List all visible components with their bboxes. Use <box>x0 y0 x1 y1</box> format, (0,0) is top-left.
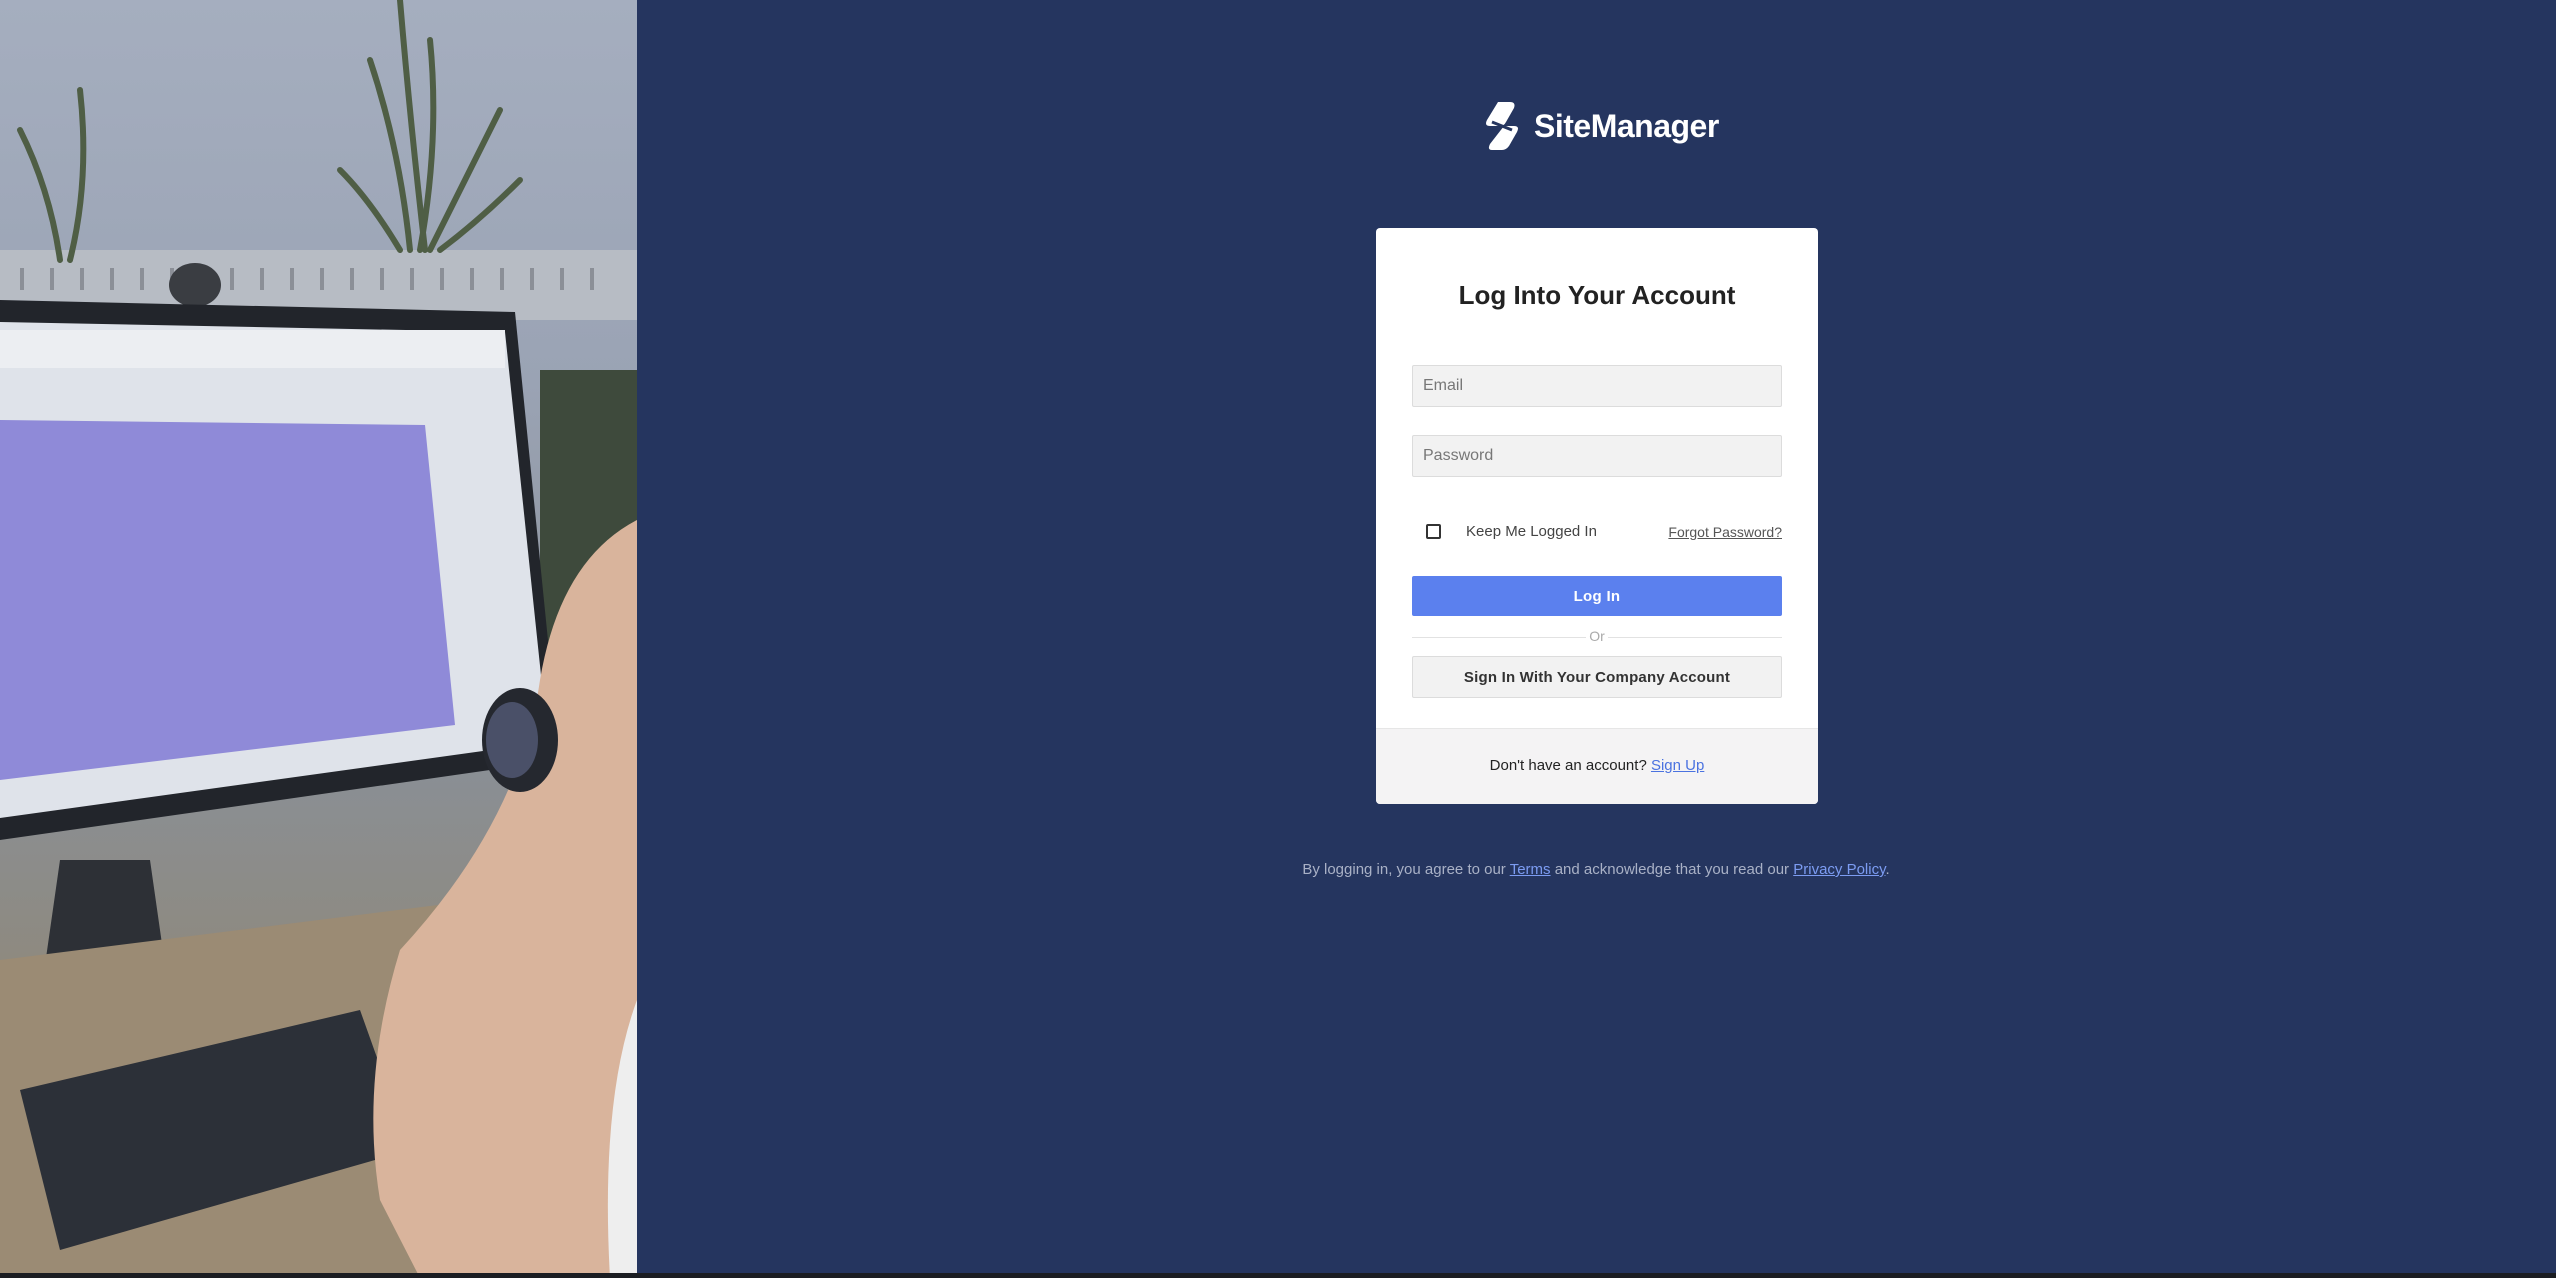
signup-prompt: Don't have an account? <box>1489 757 1647 774</box>
privacy-policy-link[interactable]: Privacy Policy <box>1793 861 1885 878</box>
keep-logged-in-label[interactable]: Keep Me Logged In <box>1466 523 1597 540</box>
legal-middle: and acknowledge that you read our <box>1554 861 1790 878</box>
signup-prompt-row: Don't have an account? Sign Up <box>1376 757 1818 774</box>
terms-link[interactable]: Terms <box>1510 861 1551 878</box>
remember-row: Keep Me Logged In Forgot Password? <box>1412 516 1782 548</box>
login-button[interactable]: Log In <box>1412 576 1782 616</box>
signup-footer: Don't have an account? Sign Up <box>1376 728 1818 804</box>
divider-or: Or <box>1589 628 1605 644</box>
sitemanager-logo-icon <box>1486 102 1518 150</box>
company-sso-button[interactable]: Sign In With Your Company Account <box>1412 656 1782 698</box>
forgot-password-link[interactable]: Forgot Password? <box>1668 524 1782 540</box>
keep-logged-in-checkbox[interactable] <box>1426 524 1441 539</box>
login-card: Log Into Your Account Keep Me Logged In … <box>1376 228 1818 804</box>
brand-logo[interactable]: SiteManager <box>1484 98 1719 154</box>
signup-link[interactable]: Sign Up <box>1651 757 1704 774</box>
legal-suffix: . <box>1885 861 1890 878</box>
legal-prefix: By logging in, you agree to our <box>1302 861 1506 878</box>
page-title: Log Into Your Account <box>1458 280 1736 310</box>
hero-photo <box>0 0 637 1278</box>
brand-name: SiteManager <box>1534 107 1719 144</box>
divider-line-right <box>1608 637 1782 638</box>
legal-notice: By logging in, you agree to our Terms an… <box>1200 861 1992 878</box>
email-field[interactable] <box>1412 365 1782 407</box>
password-field[interactable] <box>1412 435 1782 477</box>
bottom-edge <box>0 1273 2556 1278</box>
